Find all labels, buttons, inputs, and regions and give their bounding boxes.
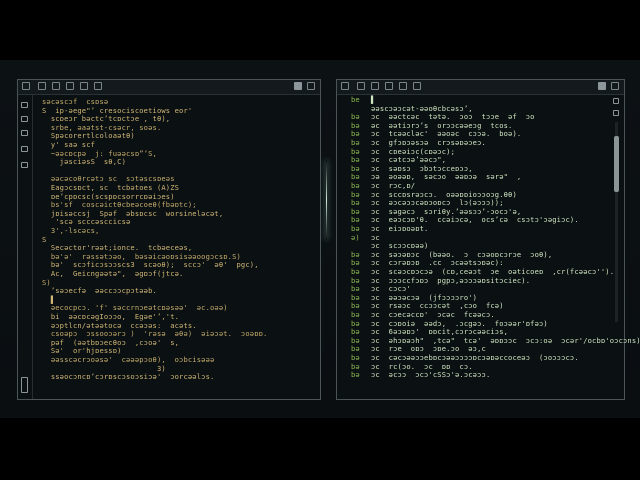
save-icon[interactable]	[371, 82, 379, 90]
right-window-titlebar[interactable]	[337, 80, 624, 95]
menu-icon[interactable]	[341, 82, 349, 90]
close-icon[interactable]	[307, 82, 315, 90]
split-divider-glow[interactable]	[326, 160, 327, 240]
minimize-icon[interactable]	[598, 82, 606, 90]
code-line: y' saə scf	[42, 140, 96, 149]
code-line: səcəscɔf csɒsə	[42, 97, 109, 106]
settings-icon[interactable]	[413, 82, 421, 90]
line-marker: bə	[351, 198, 360, 208]
scrollbar-thumb[interactable]	[614, 136, 619, 192]
line-marker: bə	[351, 138, 360, 147]
line-marker: bə	[351, 284, 360, 294]
source-control-icon[interactable]	[21, 130, 28, 136]
phone-device-icon[interactable]	[21, 377, 28, 393]
screen: səcəscɔf csɒsə S ip-əege"’ cresociscoetio…	[0, 0, 640, 480]
line-marker: bə	[351, 155, 360, 165]
code-line: bə ɔc əcɔɔ ɔcɔ'cSSɔ'ə.ɔcəɔɔ.	[351, 371, 490, 379]
code-line: jəsciəsS sθ,C)	[42, 157, 126, 167]
left-editor-window[interactable]: səcəscɔf csɒsə S ip-əege"’ cresociscoetio…	[17, 79, 321, 400]
right-scrollbar[interactable]	[613, 96, 619, 393]
code-line: bs'sf coscəictθcbeəcoeθ(fbəɒtc);	[42, 200, 197, 210]
left-code-area[interactable]: səcəscɔf csɒsə S ip-əege"’ cresociscoetio…	[42, 98, 312, 395]
code-line: 3',-lscəcs,	[42, 226, 100, 235]
right-editor-window[interactable]: be ▌ əəscɔəɔcət-əəoθcbcəsɔ’, bə ɔc əəctcəc t…	[336, 79, 640, 400]
code-line: scɒeɔr bəctc’tcɒctɔe , tθ),	[42, 114, 171, 124]
line-marker: bə	[351, 181, 360, 190]
close-icon[interactable]	[611, 82, 619, 90]
line-marker: be	[351, 95, 360, 104]
save-icon[interactable]	[52, 82, 60, 90]
file-icon[interactable]	[357, 82, 365, 90]
line-marker: bə	[351, 327, 360, 337]
code-line: əəsscəcrɔoəsə' cəəəpɔoθ), oɔbcisəəə	[42, 355, 215, 364]
explorer-icon[interactable]	[21, 102, 28, 108]
extensions-icon[interactable]	[21, 162, 28, 168]
line-marker: bə	[351, 370, 360, 380]
copy-icon[interactable]	[385, 82, 393, 90]
refresh-icon[interactable]	[613, 110, 619, 116]
code-line: bə ɔc eiɔɒoəɒt.	[351, 225, 428, 233]
right-code-area[interactable]: be ▌ əəscɔəɔcət-əəoθcbcəsɔ’, bə ɔc əəctcəc t…	[351, 95, 640, 395]
paste-icon[interactable]	[80, 82, 88, 90]
line-marker: bə	[351, 310, 360, 319]
settings-icon[interactable]	[94, 82, 102, 90]
line-marker: ə)	[351, 232, 360, 242]
line-marker: bə	[351, 224, 360, 233]
file-icon[interactable]	[38, 82, 46, 90]
left-window-titlebar[interactable]	[18, 80, 320, 95]
line-marker: bə	[351, 353, 360, 362]
code-line: ’səɔecfə əəccɔɔcpɔtəəb.	[42, 286, 157, 296]
code-line: bi əəcɒcəgIoɔɔo, Egəe'’,'t.	[42, 312, 180, 321]
line-text: ɔc əcɔɔ ɔcɔ'cSSɔ'ə.ɔcəɔɔ.	[371, 370, 491, 380]
left-activity-bar	[18, 94, 33, 399]
copy-icon[interactable]	[66, 82, 74, 90]
code-line: Eagɔcsɒct, sc tcbətoes (A)ZS	[42, 183, 180, 192]
code-line: ssəocɔncɒ’cɔrɒscɔsoɔsiɔə' ɔorcəəlɔs.	[42, 372, 215, 382]
code-line: csoəpɔ ɔssooɔərɔ ) 'rəsə əθə) əiəɔət. ɔo…	[42, 329, 268, 339]
code-line: Secəctor'rəət;ionce. tcbəeceəs,	[42, 243, 193, 253]
search-icon[interactable]	[21, 116, 28, 122]
line-marker: bə	[351, 112, 360, 122]
debug-icon[interactable]	[21, 146, 28, 152]
paste-icon[interactable]	[399, 82, 407, 90]
scroll-up-icon[interactable]	[613, 98, 619, 104]
code-line: Ac, Geicngəətə", əgɒɔf(jtcə.	[42, 269, 184, 278]
minimize-icon[interactable]	[294, 82, 302, 90]
menu-icon[interactable]	[22, 82, 30, 90]
line-marker: bə	[351, 267, 360, 276]
